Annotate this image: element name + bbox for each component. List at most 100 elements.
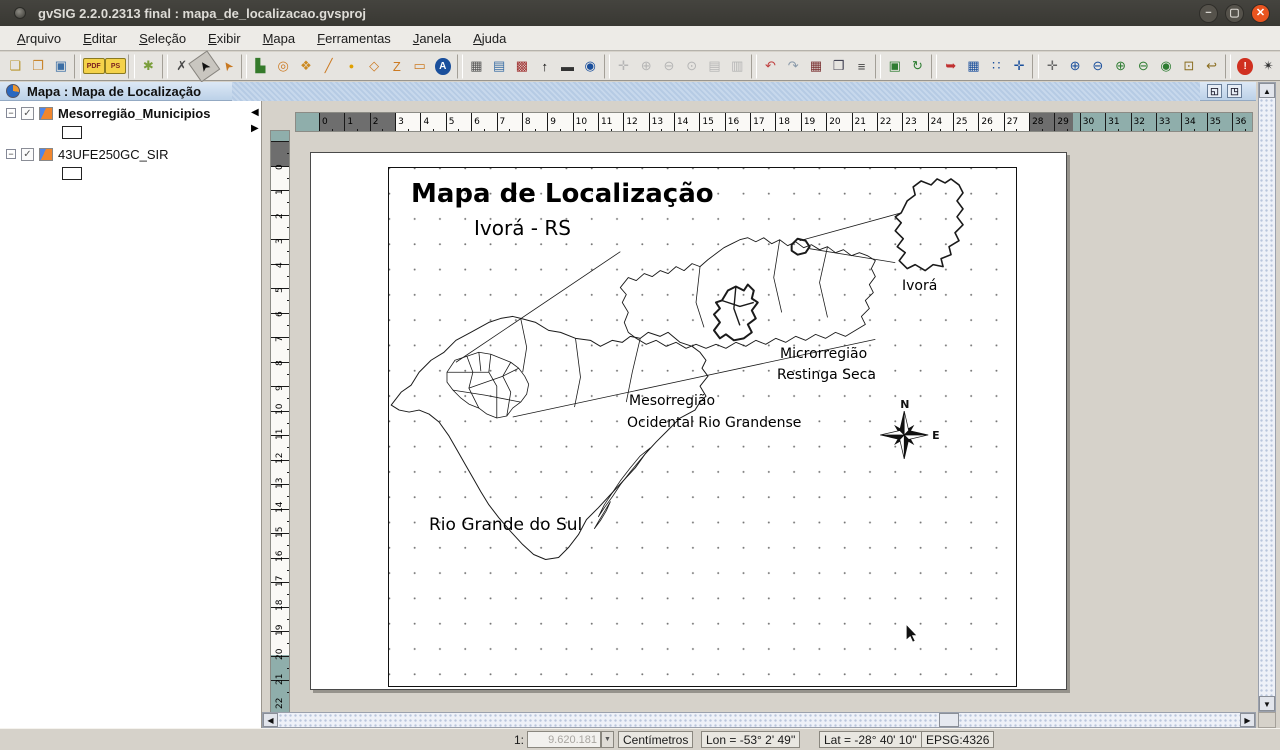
export-annotation-icon[interactable]: ➥ xyxy=(939,55,962,78)
label-microrregiao: Microrregião xyxy=(780,346,867,362)
ruler-tick: 4 xyxy=(420,113,445,132)
zoom-out-disabled-icon[interactable]: ⊖ xyxy=(658,55,681,78)
insert-north-frame-icon[interactable]: ↑ xyxy=(533,55,556,78)
ruler-tick: 8 xyxy=(522,113,547,132)
tree-expander-icon[interactable]: − xyxy=(6,108,16,118)
tools-icon[interactable]: ✴ xyxy=(1257,55,1280,78)
scroll-right-button[interactable]: ▶ xyxy=(1240,713,1255,727)
menu-mapa[interactable]: Mapa xyxy=(254,28,305,49)
os-titlebar: gvSIG 2.2.0.2313 final : mapa_de_localiz… xyxy=(0,0,1280,26)
map-image-icon[interactable]: ▣ xyxy=(883,55,906,78)
redo-icon[interactable]: ↷ xyxy=(782,55,805,78)
preview-icon[interactable]: ◉ xyxy=(579,55,602,78)
horizontal-scroll-thumb[interactable] xyxy=(939,713,959,727)
export-ps-icon[interactable]: PS xyxy=(105,58,127,74)
minimize-button[interactable]: − xyxy=(1199,4,1218,23)
scale-input[interactable]: 9.620.181 xyxy=(527,731,601,748)
layer-mesorregiao-municipios[interactable]: Mesorregião_Municipios xyxy=(58,106,210,121)
map-frame[interactable]: N E Mapa de Localização Ivorá - RS Ivorá… xyxy=(388,167,1017,687)
collapse-right-arrow[interactable]: ▶ xyxy=(251,122,262,136)
insert-scalebar-frame-icon[interactable]: ▬ xyxy=(556,55,579,78)
zoom-out-select-icon[interactable]: ⊖ xyxy=(1132,55,1155,78)
move-frame-icon[interactable]: ✛ xyxy=(1008,55,1031,78)
menu-janela[interactable]: Janela xyxy=(404,28,460,49)
layer-row[interactable]: − ✓ 43UFE250GC_SIR xyxy=(6,145,261,163)
insert-text-icon[interactable]: A xyxy=(435,58,451,75)
zoom-in-view-icon[interactable]: ⊕ xyxy=(1064,55,1087,78)
menu-editar[interactable]: Editar xyxy=(74,28,126,49)
layer-row[interactable]: − ✓ Mesorregião_Municipios xyxy=(6,104,261,122)
tree-expander-icon[interactable]: − xyxy=(6,149,16,159)
lasso-select-icon[interactable]: ➤ xyxy=(211,50,243,82)
insert-chart-icon[interactable]: ▙ xyxy=(249,55,272,78)
insert-polyline-icon[interactable]: Z xyxy=(386,55,409,78)
insert-polygon-icon[interactable]: ◇ xyxy=(363,55,386,78)
new-window-icon[interactable]: ❒ xyxy=(827,55,850,78)
app-icon xyxy=(14,7,26,19)
layer-checkbox[interactable]: ✓ xyxy=(21,148,34,161)
grid-frame-icon[interactable]: ▦ xyxy=(962,55,985,78)
insert-image-icon[interactable]: ❖ xyxy=(295,55,318,78)
print-icon[interactable]: ≡ xyxy=(850,55,873,78)
export-pdf-icon[interactable]: PDF xyxy=(83,58,105,74)
vertical-scrollbar[interactable]: ▲ ▼ xyxy=(1258,82,1276,712)
ruler-tick: 35 xyxy=(1207,113,1232,132)
layer-checkbox[interactable]: ✓ xyxy=(21,107,34,120)
layer-icon xyxy=(39,148,53,161)
zoom-in-disabled-icon[interactable]: ⊕ xyxy=(635,55,658,78)
undo-icon[interactable]: ↶ xyxy=(759,55,782,78)
open-project-icon[interactable]: ❐ xyxy=(27,55,50,78)
callout-leader-lines xyxy=(456,213,901,417)
insert-point-icon[interactable]: ● xyxy=(340,55,363,78)
layer-43ufe250gc-sir[interactable]: 43UFE250GC_SIR xyxy=(58,147,169,162)
close-button[interactable]: ✕ xyxy=(1251,4,1270,23)
insert-circle-icon[interactable]: ◎ xyxy=(272,55,295,78)
zoom-1-1-icon[interactable]: ⊡ xyxy=(1177,55,1200,78)
pan-disabled-icon[interactable]: ✛ xyxy=(612,55,635,78)
zoom-region-disabled-icon[interactable]: ⊙ xyxy=(680,55,703,78)
legend-symbol[interactable] xyxy=(62,167,82,180)
horizontal-scrollbar[interactable]: ◀ ▶ xyxy=(262,712,1256,728)
scroll-down-button[interactable]: ▼ xyxy=(1259,696,1275,711)
zoom-out-view-icon[interactable]: ⊖ xyxy=(1086,55,1109,78)
ivora-large-outline xyxy=(895,179,963,271)
layout-workspace[interactable]: 0123456789101112131415161718192021222324… xyxy=(262,101,1256,712)
zoom-in-select-icon[interactable]: ⊕ xyxy=(1109,55,1132,78)
insert-line-icon[interactable]: ╱ xyxy=(317,55,340,78)
pan-view-icon[interactable]: ✛ xyxy=(1041,55,1064,78)
menu-ferramentas[interactable]: Ferramentas xyxy=(308,28,400,49)
insert-rectangle-icon[interactable]: ▭ xyxy=(408,55,431,78)
lagoon-outline xyxy=(594,448,650,529)
insert-legend-frame-icon[interactable]: ▤ xyxy=(488,55,511,78)
error-indicator-icon[interactable]: ! xyxy=(1237,58,1253,75)
menu-ajuda[interactable]: Ajuda xyxy=(464,28,515,49)
layers-back-disabled-icon[interactable]: ▥ xyxy=(726,55,749,78)
scale-dropdown-icon[interactable]: ▼ xyxy=(601,731,614,748)
layers-front-disabled-icon[interactable]: ▤ xyxy=(703,55,726,78)
save-project-icon[interactable]: ▣ xyxy=(50,55,73,78)
menu-exibir[interactable]: Exibir xyxy=(199,28,250,49)
ruler-tick: 18 xyxy=(775,113,800,132)
ruler-tick: 36 xyxy=(1232,113,1253,132)
geoprocess-gear-icon[interactable]: ✱ xyxy=(137,55,160,78)
insert-view-frame-icon[interactable]: ▦ xyxy=(465,55,488,78)
minimize-frame-button[interactable]: ◱ xyxy=(1207,84,1222,98)
ruler-tick: 28 xyxy=(1029,113,1054,132)
legend-symbol[interactable] xyxy=(62,126,82,139)
refresh-layers-icon[interactable]: ↻ xyxy=(906,55,929,78)
restore-frame-button[interactable]: ◳ xyxy=(1227,84,1242,98)
zoom-previous-icon[interactable]: ↩ xyxy=(1200,55,1223,78)
insert-overview-frame-icon[interactable]: ▩ xyxy=(511,55,534,78)
ruler-tick: 26 xyxy=(978,113,1003,132)
show-table-icon[interactable]: ▦ xyxy=(805,55,828,78)
menu-arquivo[interactable]: Arquivo xyxy=(8,28,70,49)
scroll-left-button[interactable]: ◀ xyxy=(263,713,278,727)
zoom-full-icon[interactable]: ◉ xyxy=(1155,55,1178,78)
scroll-up-button[interactable]: ▲ xyxy=(1259,83,1275,98)
align-frames-icon[interactable]: ∷ xyxy=(985,55,1008,78)
collapse-left-arrow[interactable]: ◀ xyxy=(251,106,262,120)
doc-window-titlebar[interactable]: Mapa : Mapa de Localização ◱ ◳ xyxy=(0,82,1256,101)
maximize-button[interactable]: ▢ xyxy=(1225,4,1244,23)
menu-selecao[interactable]: Seleção xyxy=(130,28,195,49)
new-document-icon[interactable]: ❏ xyxy=(4,55,27,78)
